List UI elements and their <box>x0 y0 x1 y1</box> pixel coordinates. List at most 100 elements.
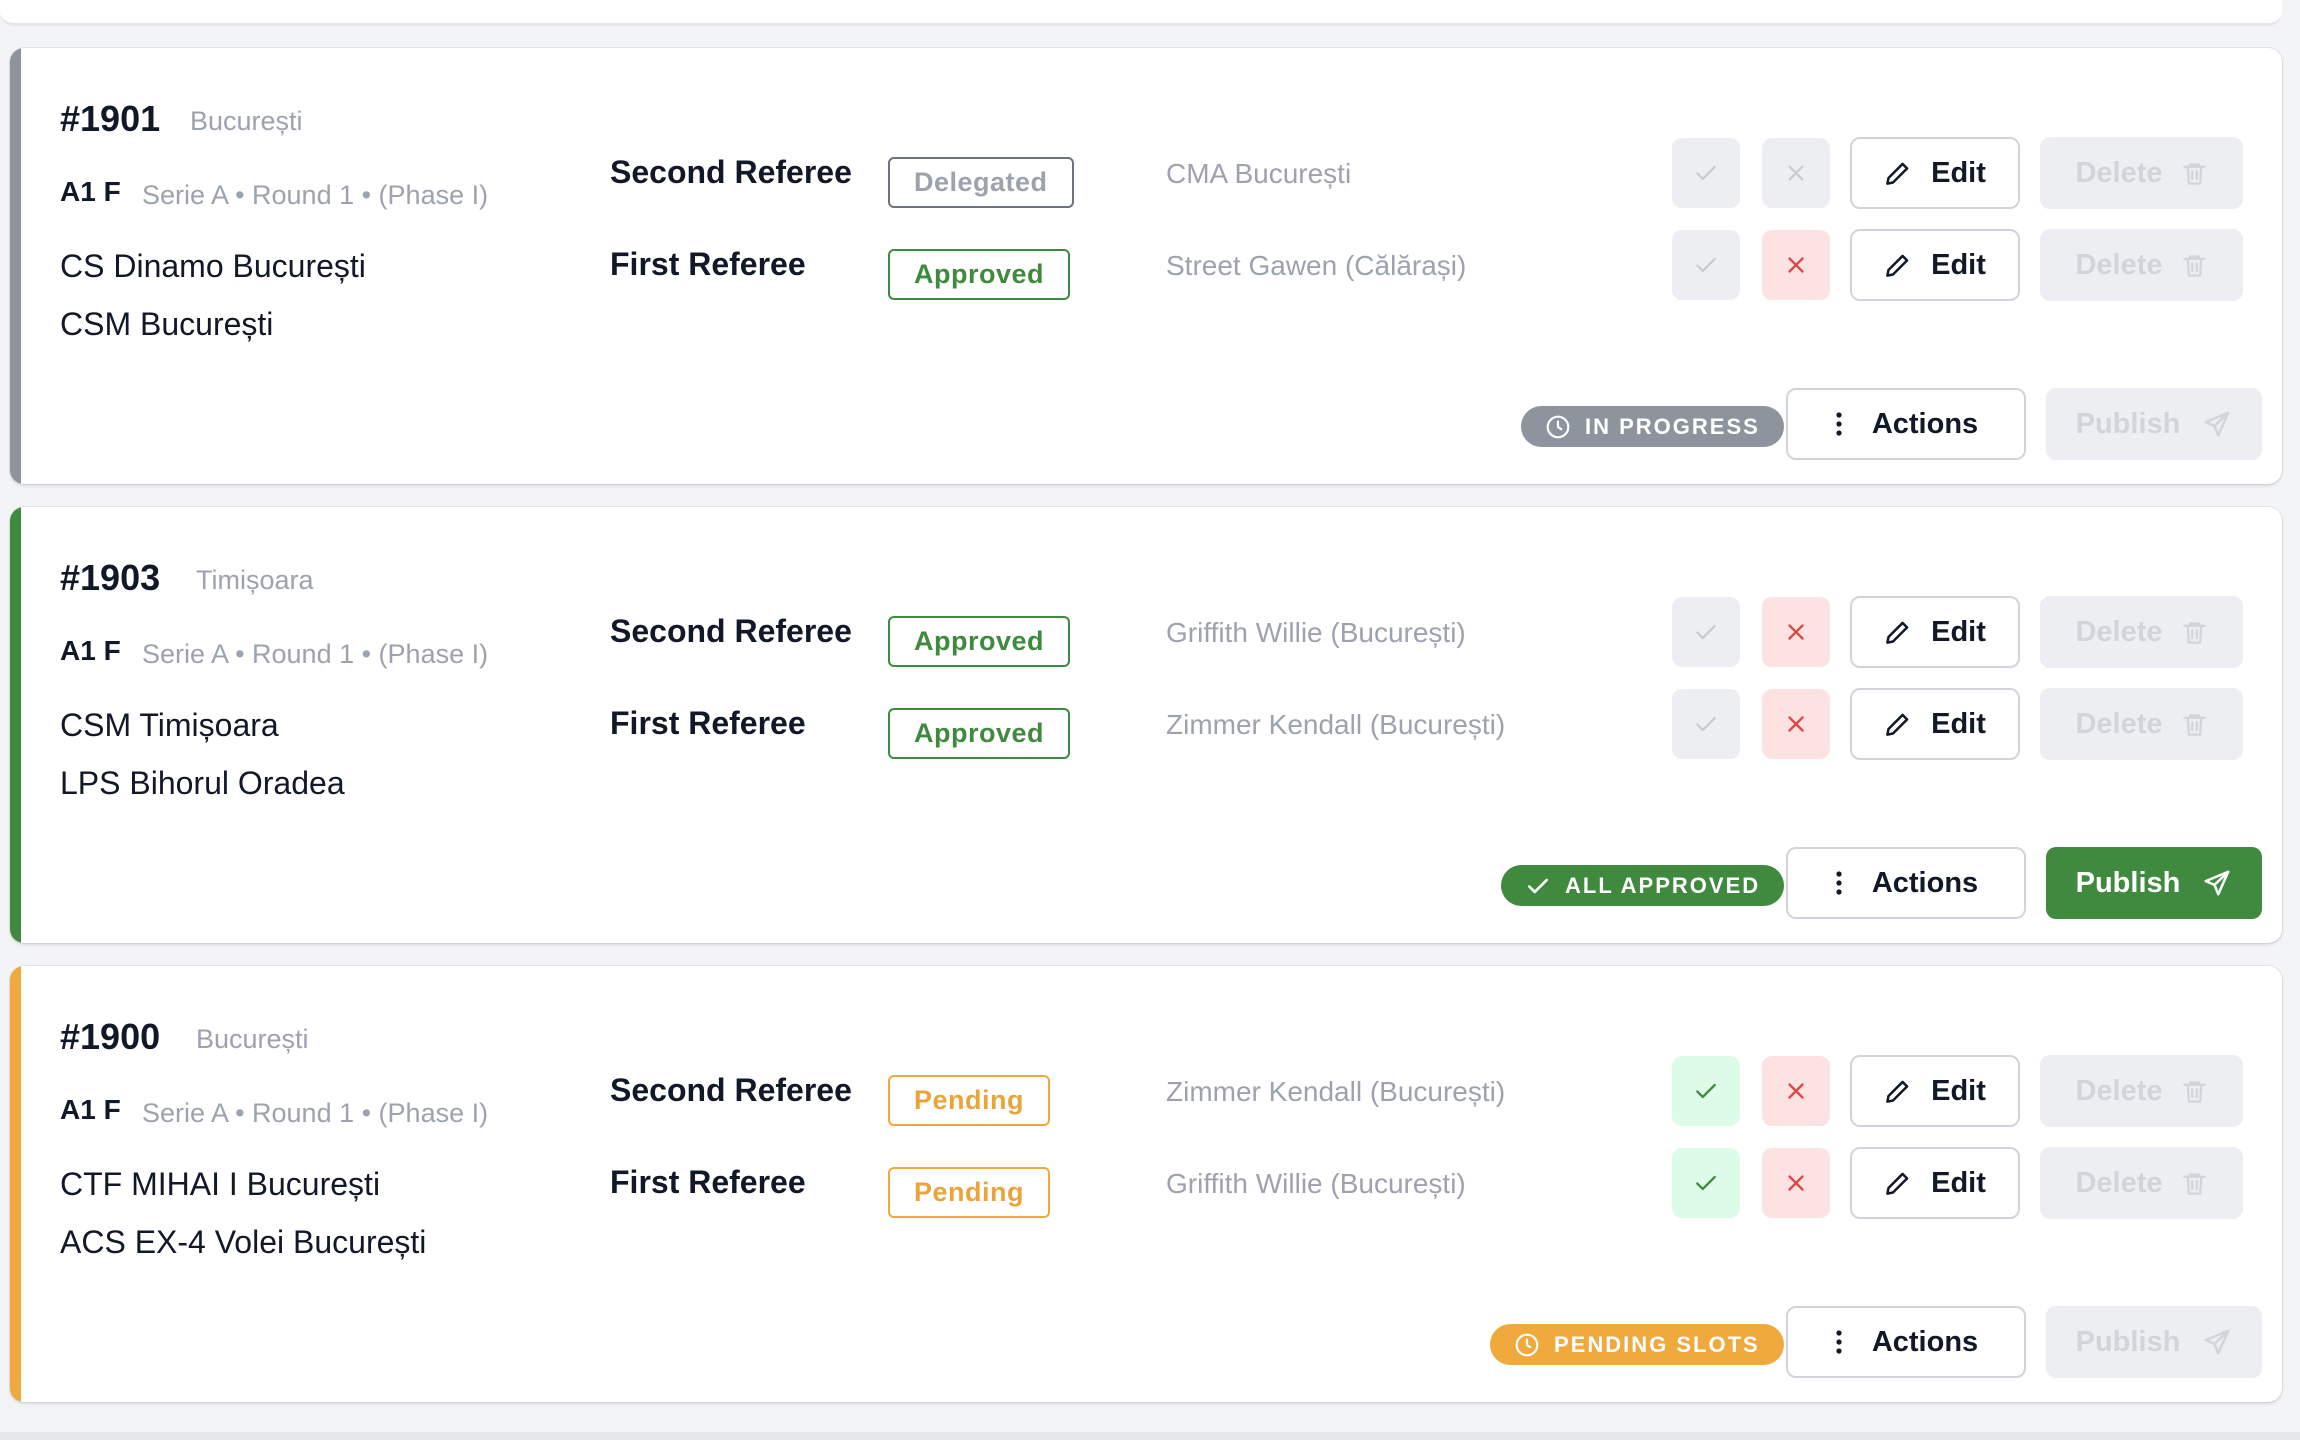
actions-label: Actions <box>1871 407 1979 440</box>
reject-first-referee-button[interactable] <box>1762 230 1830 300</box>
actions-button[interactable]: Actions <box>1786 1306 2026 1378</box>
delete-label: Delete <box>2075 156 2163 189</box>
close-icon <box>1788 257 1804 273</box>
first-referee-status-badge: Pending <box>888 1167 1050 1218</box>
edit-label: Edit <box>1931 248 1986 281</box>
pencil-icon <box>1886 162 1909 185</box>
close-icon <box>1788 716 1804 732</box>
check-icon <box>1696 257 1716 273</box>
pencil-icon <box>1886 254 1909 277</box>
status-accent-bar <box>10 48 21 484</box>
publish-button[interactable]: Publish <box>2046 847 2262 919</box>
delete-label: Delete <box>2075 615 2163 648</box>
approve-first-referee-button[interactable] <box>1672 1148 1740 1218</box>
send-icon <box>2204 870 2230 896</box>
clock-icon <box>1515 1333 1539 1356</box>
approve-first-referee-button[interactable] <box>1672 230 1740 300</box>
delete-first-referee-button[interactable]: Delete <box>2040 688 2243 760</box>
clock-icon <box>1546 415 1570 438</box>
check-icon <box>1696 716 1716 732</box>
first-referee-label: First Referee <box>610 1164 806 1200</box>
more-vertical-icon <box>1836 1330 1842 1354</box>
trash-icon <box>2182 1080 2206 1103</box>
check-icon <box>1696 624 1716 640</box>
delete-label: Delete <box>2075 248 2163 281</box>
check-icon <box>1528 878 1548 893</box>
delete-second-referee-button[interactable]: Delete <box>2040 137 2243 209</box>
previous-card-edge <box>0 0 2282 26</box>
match-id: #1901 <box>60 98 161 139</box>
trash-icon <box>2182 254 2206 277</box>
first-referee-status-badge: Approved <box>888 708 1071 759</box>
reject-first-referee-button[interactable] <box>1762 1148 1830 1218</box>
delete-label: Delete <box>2075 1074 2163 1107</box>
actions-label: Actions <box>1871 1325 1979 1358</box>
second-referee-status-badge: Delegated <box>888 157 1074 208</box>
pencil-icon <box>1886 621 1909 644</box>
home-team: CTF MIHAI I București <box>60 1166 381 1202</box>
close-icon <box>1788 1175 1804 1191</box>
check-icon <box>1696 1083 1716 1099</box>
publish-button[interactable]: Publish <box>2046 388 2262 460</box>
second-referee-name: Zimmer Kendall (București) <box>1166 1076 1506 1107</box>
second-referee-label: Second Referee <box>610 613 852 649</box>
delete-first-referee-button[interactable]: Delete <box>2040 229 2243 301</box>
approve-first-referee-button[interactable] <box>1672 689 1740 759</box>
match-league: A1 F <box>60 1094 121 1125</box>
delete-first-referee-button[interactable]: Delete <box>2040 1147 2243 1219</box>
more-vertical-icon <box>1836 871 1842 895</box>
pencil-icon <box>1886 1080 1909 1103</box>
reject-second-referee-button[interactable] <box>1762 138 1830 208</box>
trash-icon <box>2182 713 2206 736</box>
first-referee-name: Street Gawen (Călărași) <box>1166 250 1467 281</box>
match-meta: Serie A • Round 1 • (Phase I) <box>142 1098 489 1128</box>
edit-second-referee-button[interactable]: Edit <box>1850 1055 2020 1127</box>
home-team: CS Dinamo București <box>60 248 366 284</box>
second-referee-name: CMA București <box>1166 158 1352 189</box>
edit-second-referee-button[interactable]: Edit <box>1850 137 2020 209</box>
home-team: CSM Timișoara <box>60 707 279 743</box>
status-accent-bar <box>10 507 21 943</box>
actions-button[interactable]: Actions <box>1786 388 2026 460</box>
reject-second-referee-button[interactable] <box>1762 597 1830 667</box>
check-icon <box>1696 165 1716 181</box>
more-vertical-icon <box>1836 412 1842 436</box>
match-meta: Serie A • Round 1 • (Phase I) <box>142 639 489 669</box>
status-pill-pending-slots: PENDING SLOTS <box>1490 1324 1784 1365</box>
delete-second-referee-button[interactable]: Delete <box>2040 596 2243 668</box>
edit-label: Edit <box>1931 156 1986 189</box>
publish-button[interactable]: Publish <box>2046 1306 2262 1378</box>
match-card-1903: #1903 Timișoara A1 F Serie A • Round 1 •… <box>10 507 2282 943</box>
reject-first-referee-button[interactable] <box>1762 689 1830 759</box>
match-league: A1 F <box>60 635 121 666</box>
second-referee-status-badge: Approved <box>888 616 1071 667</box>
edit-label: Edit <box>1931 707 1986 740</box>
actions-label: Actions <box>1871 866 1979 899</box>
status-pill-in-progress: IN PROGRESS <box>1521 406 1784 447</box>
publish-label: Publish <box>2075 866 2181 899</box>
reject-second-referee-button[interactable] <box>1762 1056 1830 1126</box>
edit-first-referee-button[interactable]: Edit <box>1850 1147 2020 1219</box>
edit-second-referee-button[interactable]: Edit <box>1850 596 2020 668</box>
publish-label: Publish <box>2075 1325 2181 1358</box>
pencil-icon <box>1886 713 1909 736</box>
match-meta: Serie A • Round 1 • (Phase I) <box>142 180 489 210</box>
away-team: LPS Bihorul Oradea <box>60 765 345 801</box>
delete-label: Delete <box>2075 1166 2163 1199</box>
edit-label: Edit <box>1931 1166 1986 1199</box>
edit-first-referee-button[interactable]: Edit <box>1850 688 2020 760</box>
edit-first-referee-button[interactable]: Edit <box>1850 229 2020 301</box>
actions-button[interactable]: Actions <box>1786 847 2026 919</box>
second-referee-name: Griffith Willie (București) <box>1166 617 1466 648</box>
away-team: CSM București <box>60 306 274 342</box>
approve-second-referee-button[interactable] <box>1672 138 1740 208</box>
first-referee-status-badge: Approved <box>888 249 1071 300</box>
approve-second-referee-button[interactable] <box>1672 1056 1740 1126</box>
first-referee-label: First Referee <box>610 246 806 282</box>
approve-second-referee-button[interactable] <box>1672 597 1740 667</box>
second-referee-status-badge: Pending <box>888 1075 1050 1126</box>
trash-icon <box>2182 162 2206 185</box>
delete-second-referee-button[interactable]: Delete <box>2040 1055 2243 1127</box>
status-pill-label: ALL APPROVED <box>1565 872 1761 898</box>
pencil-icon <box>1886 1172 1909 1195</box>
